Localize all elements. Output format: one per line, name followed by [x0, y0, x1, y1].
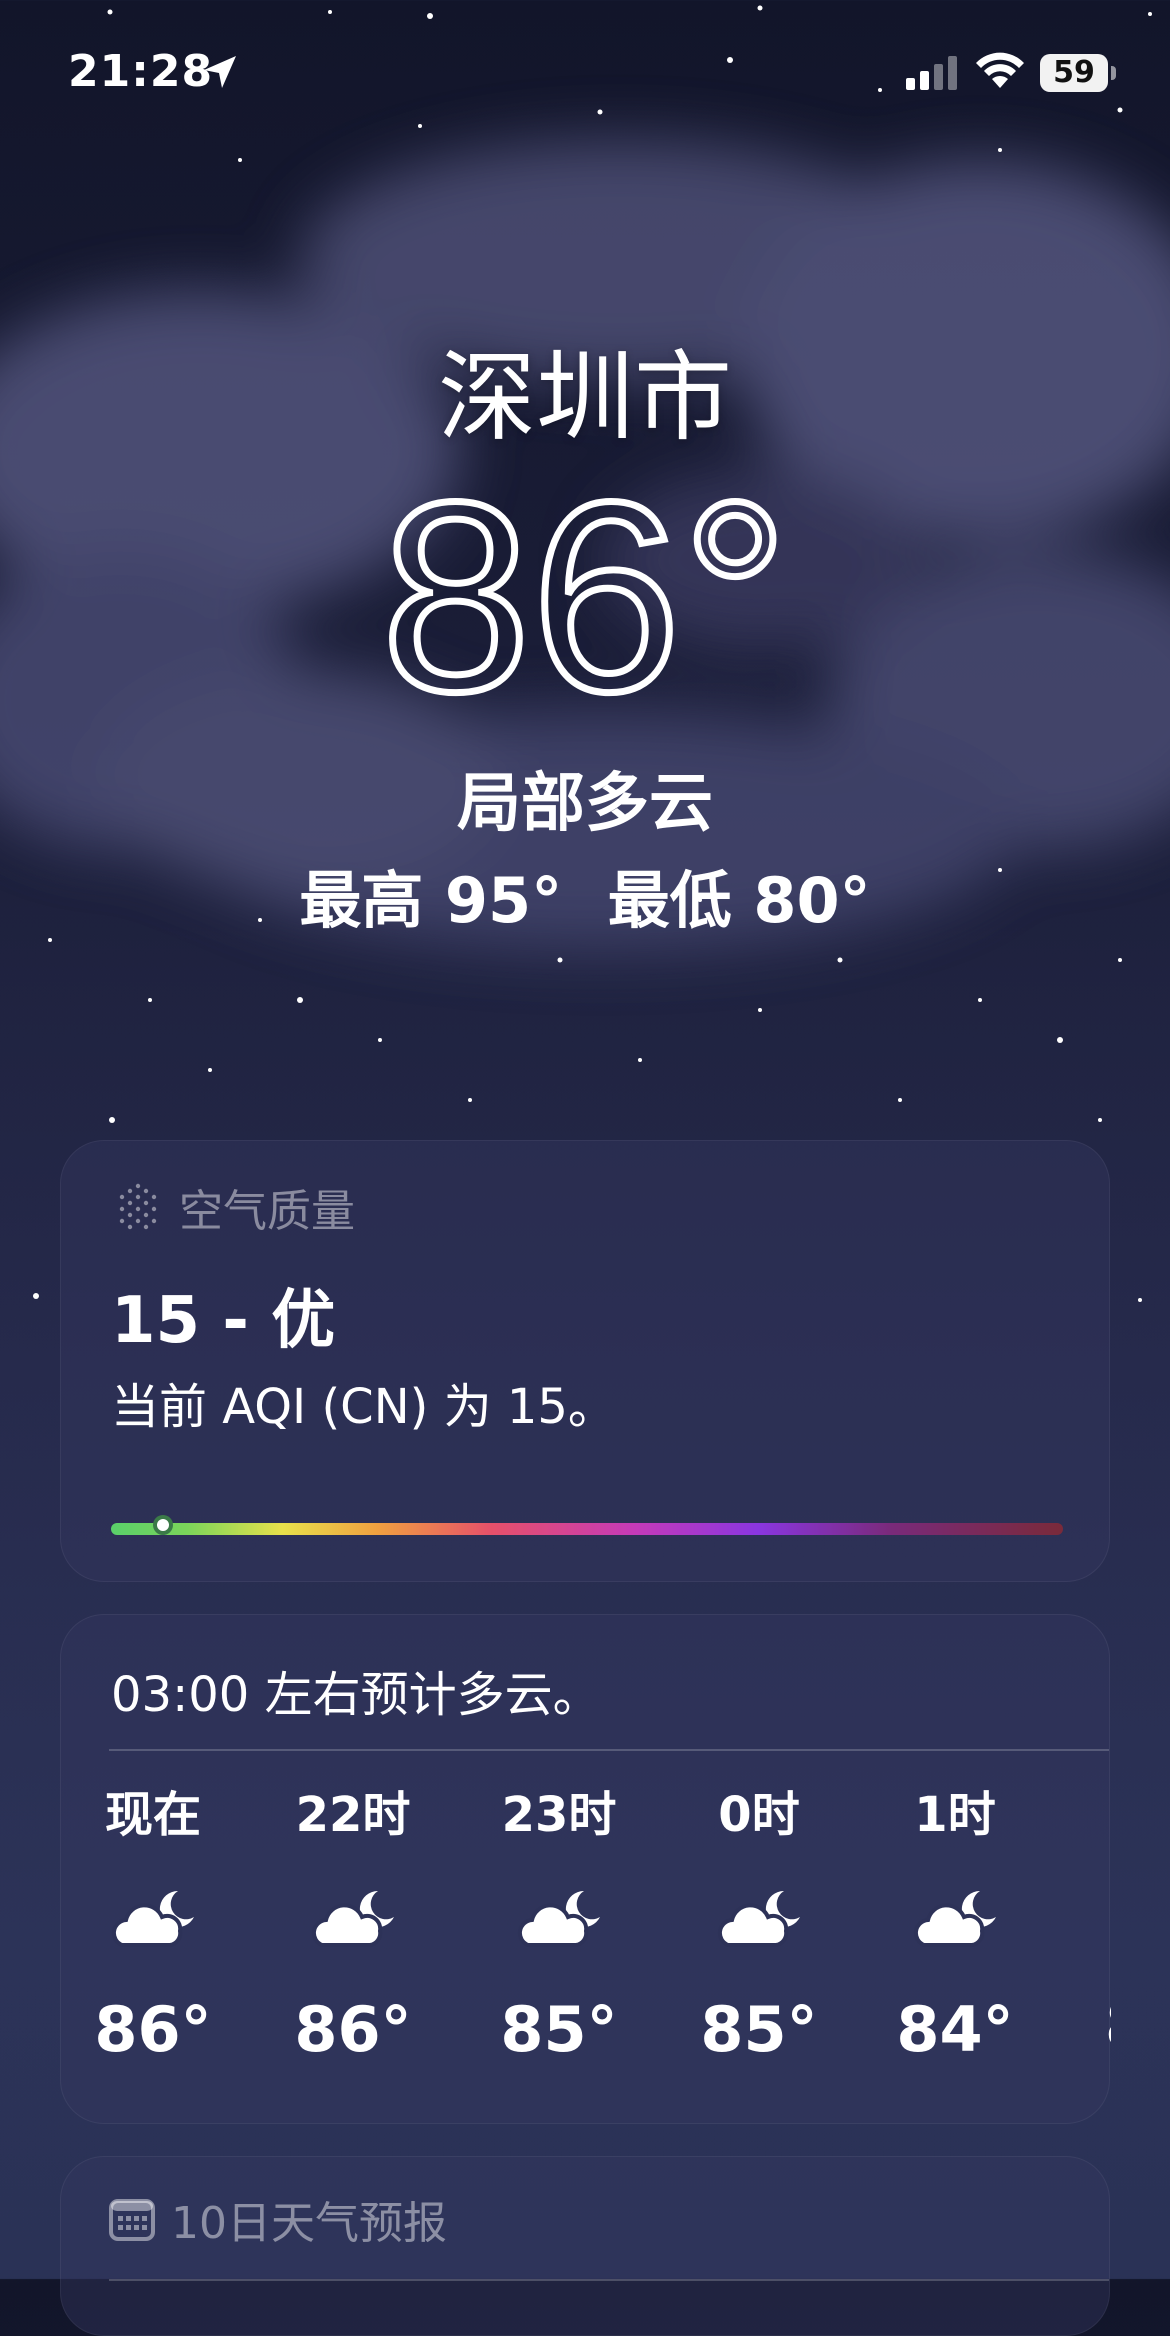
calendar-icon — [109, 2199, 155, 2241]
wifi-icon — [976, 52, 1024, 88]
hour-temp: 85° — [700, 1993, 818, 2066]
hour-label: 1时 — [914, 1787, 996, 1843]
air-quality-header: 空气质量 — [113, 1175, 355, 1239]
high-temp: 最高 95° — [299, 864, 563, 937]
partly-cloudy-night-icon — [111, 1890, 194, 1947]
hour-temp: 85° — [500, 1993, 618, 2066]
battery-cap — [1111, 66, 1116, 80]
cellular-signal-icon — [906, 56, 957, 90]
hour-item: 1时 84° — [885, 1785, 1025, 2066]
low-temp: 最低 80° — [607, 864, 871, 937]
hour-temp-partial: 8 — [1105, 1989, 1111, 2062]
air-quality-card[interactable]: 空气质量 15 - 优 当前 AQI (CN) 为 15。 — [60, 1140, 1110, 1582]
hour-temp: 84° — [896, 1993, 1014, 2066]
hour-temp: 86° — [94, 1993, 212, 2066]
battery-icon: 59 — [1040, 54, 1108, 92]
hour-item: 现在 86° — [83, 1785, 223, 2066]
hourly-forecast-card[interactable]: 03:00 左右预计多云。 现在 86° 22时 86° 23时 85° 0时 … — [60, 1614, 1111, 2124]
partly-cloudy-night-icon — [913, 1890, 996, 1947]
high-low-temps: 最高 95° 最低 80° — [0, 850, 1170, 940]
current-temperature: 86° — [377, 450, 792, 710]
partly-cloudy-night-icon — [311, 1890, 394, 1947]
hour-item: 22时 86° — [283, 1785, 423, 2066]
partly-cloudy-night-icon — [517, 1890, 600, 1947]
hour-label: 现在 — [104, 1787, 201, 1843]
status-time: 21:28 — [68, 46, 214, 97]
hour-label: 23时 — [501, 1787, 617, 1843]
status-bar: 21:28 59 — [0, 0, 1170, 150]
partly-cloudy-night-icon — [717, 1890, 800, 1947]
hour-temp: 86° — [294, 1993, 412, 2066]
city-name: 深圳市 — [437, 341, 732, 455]
hour-item: 0时 85° — [689, 1785, 829, 2066]
ten-day-forecast-card[interactable]: 10日天气预报 — [60, 2156, 1110, 2336]
aqi-scale-indicator — [156, 1519, 169, 1531]
location-arrow-icon — [204, 56, 236, 88]
aqi-description: 当前 AQI (CN) 为 15。 — [111, 1379, 616, 1435]
air-quality-icon — [119, 1183, 157, 1230]
forecast-divider — [109, 2279, 1109, 2281]
hour-label: 0时 — [718, 1787, 800, 1843]
air-quality-title: 空气质量 — [179, 1186, 355, 1237]
aqi-scale-bar — [111, 1523, 1063, 1535]
ten-day-forecast-title: 10日天气预报 — [171, 2198, 447, 2249]
svg-text:86°: 86° — [381, 450, 789, 710]
weather-condition: 局部多云 — [457, 767, 713, 841]
hour-label: 22时 — [295, 1787, 411, 1843]
hourly-summary: 03:00 左右预计多云。 — [111, 1667, 601, 1723]
hour-item: 23时 85° — [489, 1785, 629, 2066]
hourly-divider — [109, 1749, 1109, 1751]
aqi-value: 15 - 优 — [111, 1284, 336, 1358]
ten-day-forecast-header: 10日天气预报 — [109, 2187, 447, 2251]
